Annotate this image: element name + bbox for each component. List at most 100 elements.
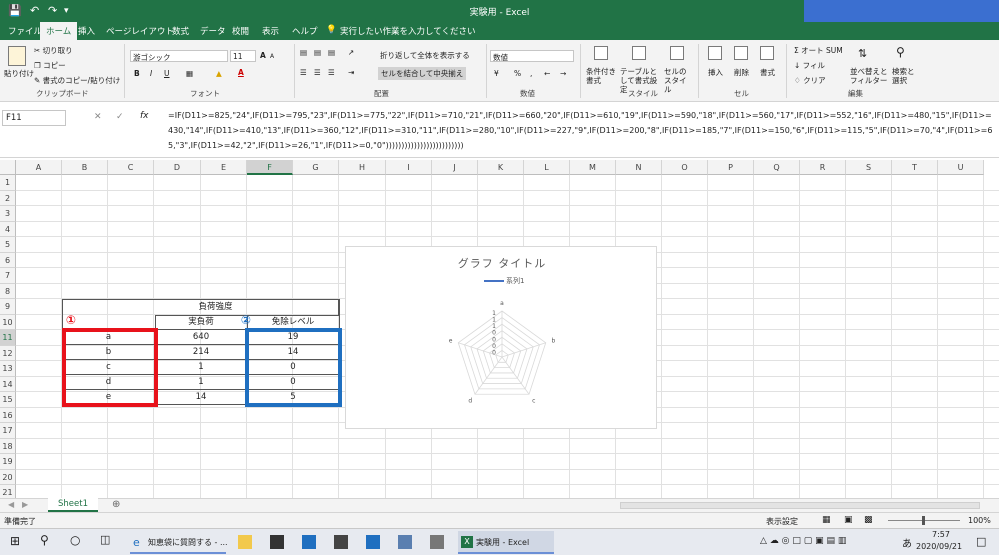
grow-font-button[interactable]: A	[260, 51, 266, 60]
app-icon[interactable]	[366, 535, 380, 549]
clock-time[interactable]: 7:57	[932, 530, 950, 539]
find-select-icon[interactable]: ⚲	[896, 45, 905, 59]
row-header-1[interactable]: 1	[0, 175, 16, 191]
task-view-icon[interactable]: ◫	[100, 533, 114, 547]
column-header-p[interactable]: P	[708, 160, 754, 175]
paste-icon[interactable]	[8, 46, 26, 66]
comma-button[interactable]: ,	[530, 69, 532, 78]
autosum-button[interactable]: Σ オート SUM	[794, 45, 843, 56]
insert-function-button[interactable]: fx	[140, 111, 149, 121]
column-header-g[interactable]: G	[293, 160, 339, 175]
sheet-tab-sheet1[interactable]: Sheet1	[48, 498, 98, 512]
number-format-select[interactable]: 数値	[490, 50, 574, 62]
indent-icon[interactable]: ⇥	[348, 68, 354, 77]
find-select-button[interactable]: 検索と選択	[892, 67, 918, 85]
cell-styles-button[interactable]: セルのスタイル	[664, 67, 692, 94]
tab-data[interactable]: データ	[200, 25, 226, 37]
table-cell-load[interactable]: 14	[155, 390, 247, 405]
windows-start-icon[interactable]: ⊞	[10, 534, 24, 548]
column-header-b[interactable]: B	[62, 160, 108, 175]
row-header-3[interactable]: 3	[0, 206, 16, 222]
tab-review[interactable]: 校閲	[232, 25, 249, 37]
row-header-17[interactable]: 17	[0, 423, 16, 439]
paste-button[interactable]: 貼り付け	[4, 68, 34, 79]
page-break-view-icon[interactable]: ▩	[864, 515, 873, 525]
zoom-slider-thumb[interactable]	[922, 516, 925, 525]
row-header-6[interactable]: 6	[0, 252, 16, 268]
mail-icon[interactable]	[302, 535, 316, 549]
border-icon[interactable]: ▦	[186, 69, 193, 78]
row-header-2[interactable]: 2	[0, 190, 16, 206]
column-header-f[interactable]: F	[247, 160, 293, 175]
row-header-8[interactable]: 8	[0, 283, 16, 299]
column-header-d[interactable]: D	[154, 160, 201, 175]
align-center-icon[interactable]: ☰	[314, 68, 321, 77]
decrease-decimal-icon[interactable]: →	[560, 69, 566, 78]
add-sheet-icon[interactable]: ⊕	[112, 499, 120, 510]
app-icon[interactable]	[398, 535, 412, 549]
fill-button[interactable]: ↓ フィル	[794, 60, 825, 71]
wrap-text-button[interactable]: 折り返して全体を表示する	[380, 50, 470, 61]
clock-date[interactable]: 2020/09/21	[916, 542, 962, 551]
prev-sheet-icon[interactable]: ◀	[8, 500, 14, 509]
chart-area[interactable]: グラフ タイトル 系列1 abcde1110000	[345, 246, 657, 429]
align-left-icon[interactable]: ☰	[300, 68, 307, 77]
shrink-font-button[interactable]: A	[270, 53, 274, 60]
snipping-icon[interactable]	[334, 535, 348, 549]
align-bottom-icon[interactable]: ▤	[328, 48, 335, 57]
merge-center-button[interactable]: セルを結合して中央揃え	[378, 67, 467, 80]
cortana-icon[interactable]: ○	[70, 533, 84, 547]
column-header-c[interactable]: C	[108, 160, 154, 175]
sort-filter-button[interactable]: 並べ替えとフィルター	[850, 67, 890, 85]
taskbar-app-excel[interactable]: X 実験用 - Excel	[458, 531, 554, 554]
row-header-10[interactable]: 10	[0, 314, 16, 330]
tab-formulas[interactable]: 数式	[172, 25, 189, 37]
insert-cells-icon[interactable]	[708, 46, 722, 60]
display-settings-button[interactable]: 表示設定	[766, 516, 798, 527]
next-sheet-icon[interactable]: ▶	[22, 500, 28, 509]
sort-filter-icon[interactable]: ⇅	[858, 47, 867, 60]
align-top-icon[interactable]: ▤	[300, 48, 307, 57]
row-header-11[interactable]: 11	[0, 330, 16, 346]
row-header-12[interactable]: 12	[0, 345, 16, 361]
cancel-icon[interactable]: ✕	[94, 112, 102, 122]
column-header-n[interactable]: N	[616, 160, 662, 175]
row-header-13[interactable]: 13	[0, 361, 16, 377]
table-cell-load[interactable]: 640	[155, 330, 247, 345]
tab-insert[interactable]: 挿入	[78, 25, 95, 37]
column-header-m[interactable]: M	[570, 160, 616, 175]
tell-me-box[interactable]: 実行したい作業を入力してください	[340, 25, 476, 37]
increase-decimal-icon[interactable]: ←	[544, 69, 550, 78]
currency-icon[interactable]: ¥	[494, 69, 499, 78]
conditional-format-button[interactable]: 条件付き書式	[586, 67, 620, 85]
table-cell-load[interactable]: 1	[155, 375, 247, 390]
column-header-k[interactable]: K	[478, 160, 524, 175]
formula-input[interactable]: =IF(D11>=825,"24",IF(D11>=795,"23",IF(D1…	[168, 108, 994, 153]
calculator-icon[interactable]	[430, 535, 444, 549]
column-header-q[interactable]: Q	[754, 160, 800, 175]
conditional-format-icon[interactable]	[594, 46, 608, 60]
format-painter-button[interactable]: ✎ 書式のコピー/貼り付け	[34, 75, 120, 86]
align-right-icon[interactable]: ☰	[328, 68, 335, 77]
delete-cells-icon[interactable]	[734, 46, 748, 60]
tab-home[interactable]: ホーム	[40, 22, 78, 40]
column-header-e[interactable]: E	[201, 160, 247, 175]
column-header-t[interactable]: T	[892, 160, 938, 175]
underline-button[interactable]: U	[164, 69, 170, 78]
ime-indicator[interactable]: あ	[902, 535, 912, 550]
cut-button[interactable]: ✂ 切り取り	[34, 45, 73, 56]
column-header-o[interactable]: O	[662, 160, 708, 175]
row-header-18[interactable]: 18	[0, 438, 16, 454]
column-header-l[interactable]: L	[524, 160, 570, 175]
horizontal-scrollbar[interactable]	[620, 502, 980, 509]
percent-button[interactable]: %	[514, 69, 521, 78]
normal-view-icon[interactable]: ▦	[822, 515, 831, 525]
tab-page-layout[interactable]: ページレイアウト	[106, 25, 174, 37]
align-middle-icon[interactable]: ▤	[314, 48, 321, 57]
column-header-i[interactable]: I	[386, 160, 432, 175]
column-header-a[interactable]: A	[16, 160, 62, 175]
column-header-u[interactable]: U	[938, 160, 984, 175]
fill-color-icon[interactable]: ▲	[216, 69, 222, 78]
row-header-14[interactable]: 14	[0, 376, 16, 392]
row-header-4[interactable]: 4	[0, 221, 16, 237]
